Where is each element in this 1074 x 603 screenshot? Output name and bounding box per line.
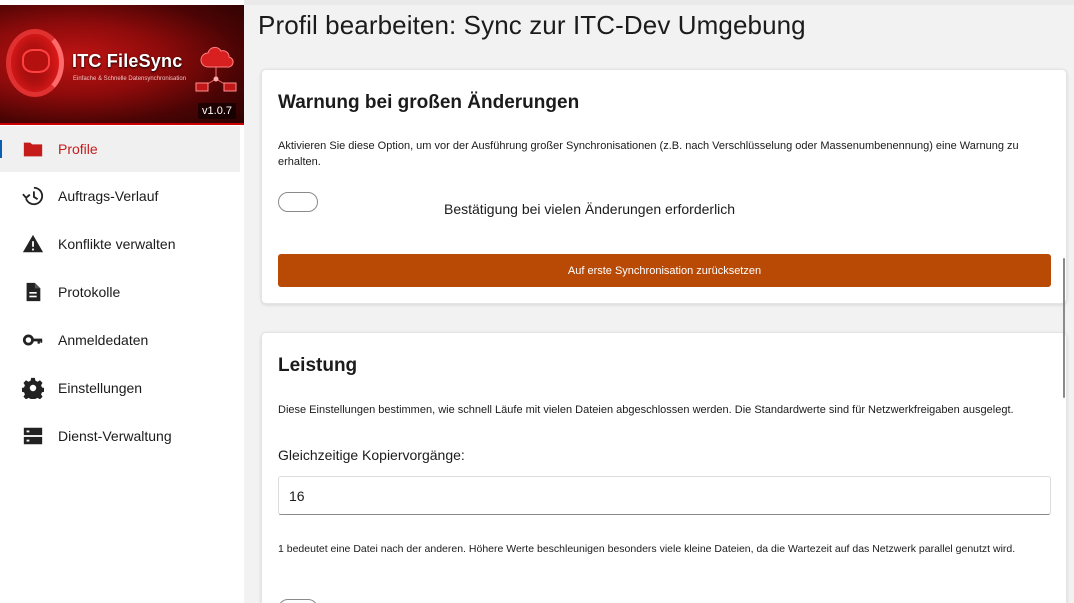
sidebar-item-label: Anmeldedaten [58, 332, 149, 348]
history-icon [22, 185, 44, 207]
sidebar-item-profile[interactable]: Profile [0, 126, 240, 172]
sidebar-item-label: Protokolle [58, 284, 121, 300]
sidebar-item-logs[interactable]: Protokolle [0, 268, 244, 316]
server-icon [22, 425, 44, 447]
card-title: Warnung bei großen Änderungen [278, 92, 580, 113]
toggle-label: Bestätigung bei vielen Änderungen erford… [444, 201, 736, 217]
folder-icon [22, 138, 44, 160]
app-logo: ITC FileSync Einfache & Schnelle Datensy… [0, 5, 244, 125]
sidebar-item-settings[interactable]: Einstellungen [0, 364, 244, 412]
card-description: Diese Einstellungen bestimmen, wie schne… [278, 404, 1014, 416]
concurrent-copies-label: Gleichzeitige Kopiervorgänge: [278, 447, 465, 463]
reset-to-first-sync-button[interactable]: Auf erste Synchronisation zurücksetzen [278, 254, 1051, 287]
gear-icon [22, 377, 44, 399]
sidebar-nav: Profile Auftrags-Verlauf Konflikte verwa… [0, 125, 244, 460]
sidebar-item-conflicts[interactable]: Konflikte verwalten [0, 220, 244, 268]
concurrent-copies-help: 1 bedeutet eine Datei nach der anderen. … [278, 543, 1016, 555]
top-strip [244, 0, 1074, 5]
document-icon [22, 281, 44, 303]
sidebar-item-history[interactable]: Auftrags-Verlauf [0, 172, 244, 220]
sidebar-item-label: Einstellungen [58, 380, 143, 396]
sidebar-item-label: Konflikte verwalten [58, 236, 176, 252]
logo-emblem [22, 49, 50, 73]
warning-settings-card: Warnung bei großen Änderungen Aktivieren… [261, 69, 1067, 304]
sidebar-item-service[interactable]: Dienst-Verwaltung [0, 412, 244, 460]
performance-settings-card: Leistung Diese Einstellungen bestimmen, … [261, 332, 1067, 603]
performance-toggle[interactable] [278, 599, 318, 603]
sidebar-item-label: Profile [58, 141, 98, 157]
sidebar-item-credentials[interactable]: Anmeldedaten [0, 316, 244, 364]
card-description: Aktivieren Sie diese Option, um vor der … [278, 140, 1019, 168]
page-title: Profil bearbeiten: Sync zur ITC-Dev Umge… [258, 10, 806, 40]
app-window: ITC FileSync Einfache & Schnelle Datensy… [0, 0, 1074, 603]
brand-tagline: Einfache & Schnelle Datensynchronisation [73, 76, 187, 82]
vertical-scrollbar[interactable] [1063, 258, 1065, 398]
main-content: Profil bearbeiten: Sync zur ITC-Dev Umge… [244, 0, 1074, 603]
cloud-network-icon [195, 46, 237, 92]
large-change-warning-toggle[interactable] [278, 192, 318, 212]
warning-icon [22, 233, 44, 255]
concurrent-copies-input[interactable] [278, 476, 1051, 515]
brand-name: ITC FileSync [72, 51, 183, 71]
sidebar: ITC FileSync Einfache & Schnelle Datensy… [0, 0, 244, 603]
sidebar-item-label: Auftrags-Verlauf [58, 188, 159, 204]
key-icon [22, 329, 44, 351]
sidebar-item-label: Dienst-Verwaltung [58, 428, 172, 444]
card-title: Leistung [278, 355, 358, 376]
version-badge: v1.0.7 [198, 103, 236, 119]
